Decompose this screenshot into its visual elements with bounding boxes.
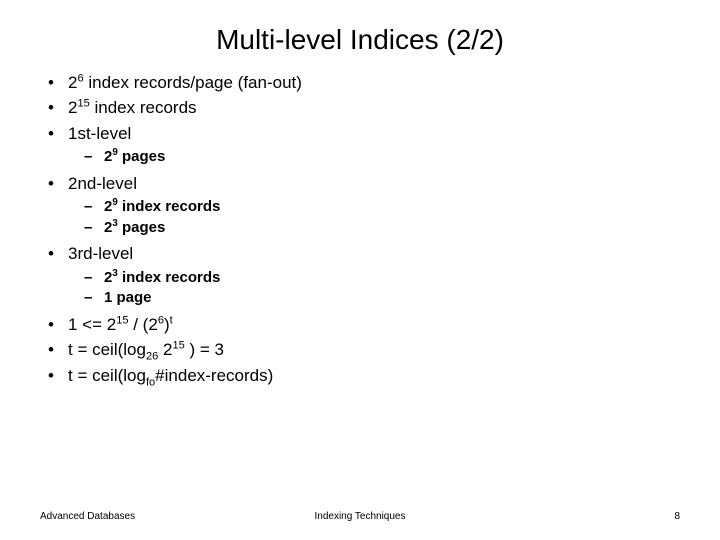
slide-content: 26 index records/page (fan-out) 215 inde… — [0, 72, 720, 386]
text: 1st-level — [68, 124, 131, 143]
text: 2 — [158, 340, 172, 359]
exp: 15 — [77, 98, 89, 110]
sub-bullet: 23 index records — [68, 269, 680, 288]
sub-list: 23 index records 1 page — [68, 269, 680, 309]
bullet-list: 26 index records/page (fan-out) 215 inde… — [40, 72, 680, 386]
text: pages — [118, 219, 166, 236]
bullet-inequality: 1 <= 215 / (26)t — [40, 314, 680, 335]
bullet-3rd-level: 3rd-level 23 index records 1 page — [40, 243, 680, 308]
footer-center: Indexing Techniques — [0, 511, 720, 522]
slide: Multi-level Indices (2/2) 26 index recor… — [0, 0, 720, 540]
bullet-t-value: t = ceil(log26 215 ) = 3 — [40, 339, 680, 360]
sub-bullet: 29 pages — [68, 148, 680, 167]
exp: 15 — [116, 314, 128, 326]
bullet-2nd-level: 2nd-level 29 index records 23 pages — [40, 173, 680, 238]
text: #index-records) — [155, 366, 273, 385]
text: 1 <= 2 — [68, 315, 116, 334]
slide-title: Multi-level Indices (2/2) — [0, 0, 720, 66]
sub-list: 29 index records 23 pages — [68, 198, 680, 238]
text: pages — [118, 148, 166, 165]
bullet-total-records: 215 index records — [40, 97, 680, 118]
text: index records — [118, 198, 221, 215]
exp: 15 — [172, 340, 184, 352]
sub-bullet: 23 pages — [68, 219, 680, 238]
text: 1 page — [104, 289, 152, 306]
sub: 26 — [146, 351, 158, 363]
sub-bullet: 1 page — [68, 289, 680, 308]
bullet-fanout: 26 index records/page (fan-out) — [40, 72, 680, 93]
sub-list: 29 pages — [68, 148, 680, 167]
footer-page-number: 8 — [674, 511, 680, 522]
sub: fo — [146, 376, 155, 388]
text: ) = 3 — [185, 340, 224, 359]
text: 3rd-level — [68, 244, 133, 263]
text: 2nd-level — [68, 174, 137, 193]
exp: t — [170, 314, 173, 326]
text: t = ceil(log — [68, 366, 146, 385]
bullet-1st-level: 1st-level 29 pages — [40, 123, 680, 167]
text: t = ceil(log — [68, 340, 146, 359]
text: index records — [90, 98, 197, 117]
text: / (2 — [129, 315, 158, 334]
text: index records/page (fan-out) — [84, 73, 302, 92]
text: index records — [118, 269, 221, 286]
sub-bullet: 29 index records — [68, 198, 680, 217]
bullet-t-formula: t = ceil(logfo#index-records) — [40, 365, 680, 386]
